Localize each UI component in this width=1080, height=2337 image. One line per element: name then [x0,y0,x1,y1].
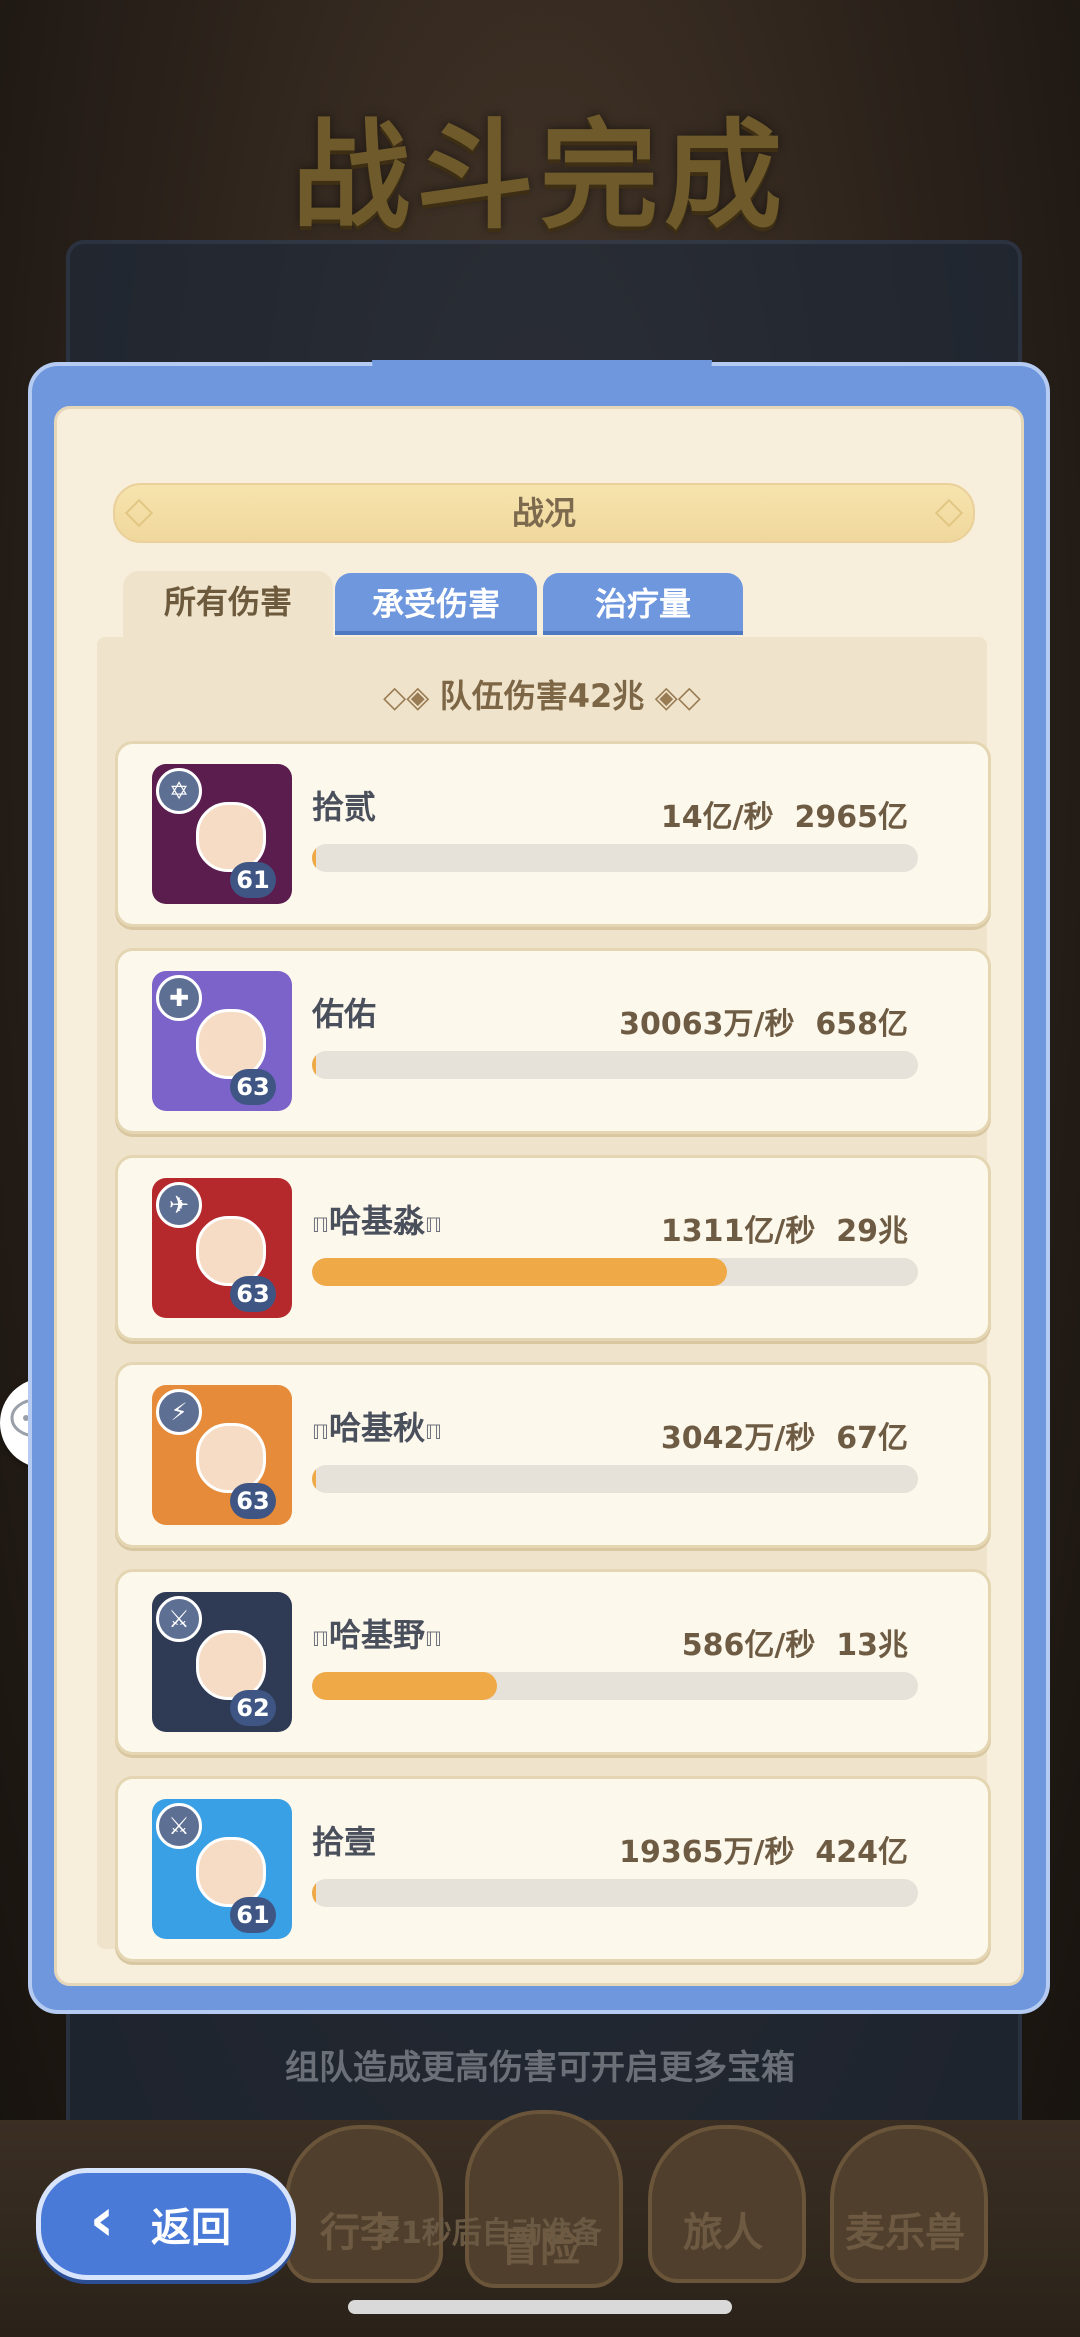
damage-share-fill [312,1258,728,1286]
team-damage-summary: ◇◈ 队伍伤害42兆 ◈◇ [97,671,987,717]
back-button[interactable]: ‹ 返回 [36,2168,296,2280]
back-arrow-icon: ‹ [89,2185,115,2255]
damage-stats: 3042万/秒 67亿 [661,1413,908,1457]
member-name: ℿ哈基野ℿ [312,1610,442,1656]
level-badge: 63 [230,1069,276,1105]
damage-share-fill [312,1672,497,1700]
damage-share-bar [312,1051,918,1079]
level-badge: 63 [230,1276,276,1312]
team-damage-text: 队伍伤害42兆 [439,677,645,715]
tab-damage-taken-label: 承受伤害 [371,585,500,623]
damage-share-fill [312,1051,316,1079]
damage-share-bar [312,844,918,872]
damage-share-fill [312,1465,316,1493]
member-avatar: ✡ 61 [152,764,292,904]
member-name: 拾壹 [312,1817,376,1863]
member-avatar: ✈ 63 [152,1178,292,1318]
total-damage-value: 658亿 [815,1007,908,1042]
member-name: 佑佑 [312,989,376,1035]
name-mark-left-icon: ℿ [312,1420,329,1444]
member-avatar: ✚ 63 [152,971,292,1111]
level-badge: 61 [230,862,276,898]
modal-top-notch [372,360,712,396]
damage-stats: 30063万/秒 658亿 [619,999,908,1043]
total-damage-value: 13兆 [836,1628,908,1663]
damage-stats: 586亿/秒 13兆 [682,1620,908,1664]
member-row: ⚡ 63 ℿ哈基秋ℿ 3042万/秒 67亿 [115,1362,991,1548]
total-damage-value: 2965亿 [794,800,909,835]
damage-share-fill [312,844,316,872]
total-damage-value: 29兆 [836,1214,908,1249]
member-row: ✡ 61 拾贰 14亿/秒 2965亿 [115,741,991,927]
member-name-text: 哈基野 [328,1616,425,1654]
member-name: ℿ哈基秋ℿ [312,1403,442,1449]
hexagram-icon: ✡ [156,768,202,814]
member-row: ⚔ 62 ℿ哈基野ℿ 586亿/秒 13兆 [115,1569,991,1755]
name-mark-right-icon: ℿ [425,1420,442,1444]
member-row: ✈ 63 ℿ哈基淼ℿ 1311亿/秒 29兆 [115,1155,991,1341]
battle-complete-title: 战斗完成 [291,107,788,245]
tab-all-damage[interactable]: 所有伤害 [123,571,333,641]
name-mark-right-icon: ℿ [425,1213,442,1237]
name-mark-left-icon: ℿ [312,1213,329,1237]
name-mark-right-icon: ℿ [425,1627,442,1651]
sword-icon: ⚔ [156,1803,202,1849]
damage-share-bar [312,1258,918,1286]
level-badge: 62 [230,1690,276,1726]
plane-icon: ✈ [156,1182,202,1228]
total-damage-value: 424亿 [815,1835,908,1870]
ornament-left-icon: ◇◈ [383,680,440,715]
damage-stats: 1311亿/秒 29兆 [661,1206,908,1250]
sword-icon: ⚔ [156,1596,202,1642]
name-mark-left-icon: ℿ [312,1627,329,1651]
member-name-text: 拾壹 [312,1823,377,1861]
back-button-label: 返回 [151,2205,231,2251]
modal-title: 战况 [511,494,576,532]
member-name-text: 佑佑 [312,995,377,1033]
dps-value: 1311亿/秒 [660,1214,816,1249]
damage-share-bar [312,1465,918,1493]
member-name: ℿ哈基淼ℿ [312,1196,442,1242]
tab-healing-label: 治疗量 [594,585,691,623]
battle-stats-modal: 战况 所有伤害 承受伤害 治疗量 ◇◈ 队伍伤害42兆 ◈◇ ✡ 61 拾贰 1… [28,360,1050,2014]
dps-value: 14亿/秒 [660,800,774,835]
member-avatar: ⚔ 62 [152,1592,292,1732]
home-indicator [348,2300,732,2314]
dps-value: 3042万/秒 [660,1421,816,1456]
member-avatar: ⚡ 63 [152,1385,292,1525]
reward-tip: 组队造成更高伤害可开启更多宝箱 [285,2048,795,2088]
header-bar: 战况 [113,483,975,543]
damage-share-bar [312,1879,918,1907]
damage-panel: ◇◈ 队伍伤害42兆 ◈◇ ✡ 61 拾贰 14亿/秒 2965亿 ✚ 63 佑… [97,637,991,1962]
total-damage-value: 67亿 [836,1421,908,1456]
level-badge: 63 [230,1483,276,1519]
nav-traveler-label: 旅人 [683,2210,763,2256]
dps-value: 19365万/秒 [619,1835,795,1870]
cross-icon: ✚ [156,975,202,1021]
modal-inner-panel: 战况 所有伤害 承受伤害 治疗量 ◇◈ 队伍伤害42兆 ◈◇ ✡ 61 拾贰 1… [54,406,1024,1986]
nav-pet-label: 麦乐兽 [845,2210,965,2256]
dps-value: 30063万/秒 [619,1007,795,1042]
member-name: 拾贰 [312,782,376,828]
ornament-right-icon: ◈◇ [644,680,701,715]
dps-value: 586亿/秒 [681,1628,816,1663]
tab-damage-taken[interactable]: 承受伤害 [335,573,537,635]
member-avatar: ⚔ 61 [152,1799,292,1939]
member-row: ⚔ 61 拾壹 19365万/秒 424亿 [115,1776,991,1962]
damage-share-fill [312,1879,316,1907]
member-row: ✚ 63 佑佑 30063万/秒 658亿 [115,948,991,1134]
member-name-text: 哈基秋 [328,1409,425,1447]
split-icon: ⚡ [156,1389,202,1435]
tab-healing[interactable]: 治疗量 [543,573,743,635]
damage-stats: 19365万/秒 424亿 [619,1827,908,1871]
damage-share-bar [312,1672,918,1700]
member-name-text: 拾贰 [312,788,377,826]
level-badge: 61 [230,1897,276,1933]
member-name-text: 哈基淼 [328,1202,425,1240]
damage-stats: 14亿/秒 2965亿 [661,792,908,836]
nav-adventure-label: 冒险 [500,2225,580,2271]
